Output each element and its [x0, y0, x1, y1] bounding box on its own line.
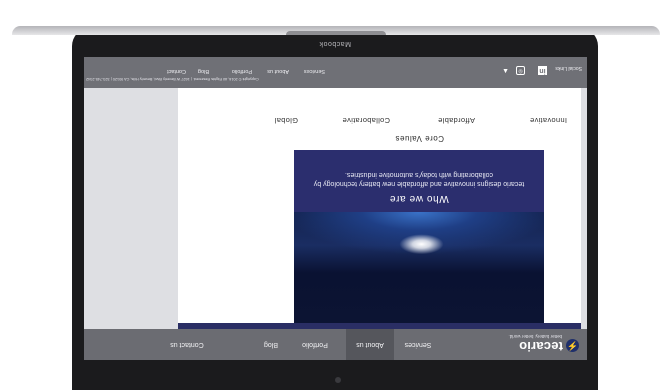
- social-links-label: Social Links: [555, 65, 582, 71]
- site-tagline: better battery. better world.: [508, 334, 562, 339]
- site-name: tecario: [518, 339, 563, 354]
- laptop-hinge-notch: [286, 31, 386, 35]
- core-values-title: Core Values: [395, 134, 444, 143]
- footer-link-portfolio[interactable]: Portfolio: [232, 68, 252, 74]
- laptop-mockup: Macbook ⚡ tecario better battery. better…: [0, 0, 672, 390]
- nav-portfolio[interactable]: Portfolio: [293, 329, 337, 360]
- nav-about-us[interactable]: About us: [346, 329, 394, 360]
- value-collaborative: Collaborative: [342, 116, 390, 125]
- hero-title: Who we are: [389, 193, 449, 204]
- earth-horizon-image: [294, 212, 544, 323]
- site-navbar: ⚡ tecario better battery. better world. …: [84, 329, 587, 360]
- value-innovative: Innovative: [529, 116, 567, 125]
- value-affordable: Affordable: [437, 116, 475, 125]
- device-label: Macbook: [319, 40, 351, 47]
- linkedin-icon[interactable]: in: [538, 66, 547, 75]
- laptop-screen: ⚡ tecario better battery. better world. …: [84, 57, 587, 360]
- footer-link-contact[interactable]: Contact: [167, 68, 186, 74]
- camera: [335, 377, 341, 383]
- who-we-are-panel: Who we are tecario designs innovative an…: [294, 150, 544, 212]
- footer-link-blog[interactable]: Blog: [198, 68, 209, 74]
- instagram-icon[interactable]: ◎: [516, 66, 525, 75]
- nav-contact-us[interactable]: Contact us: [162, 329, 212, 360]
- copyright-text: Copyright © 2016, All Rights Reserved. |…: [86, 77, 259, 81]
- nav-blog[interactable]: Blog: [256, 329, 286, 360]
- value-global: Global: [274, 116, 298, 125]
- site-logo[interactable]: ⚡ tecario better battery. better world.: [509, 332, 579, 354]
- twitter-icon[interactable]: ▲: [501, 66, 510, 75]
- nav-services[interactable]: Services: [395, 329, 441, 360]
- main-content: Who we are tecario designs innovative an…: [178, 87, 581, 323]
- site-footer: Copyright © 2016, All Rights Reserved. |…: [84, 57, 587, 88]
- hero-text: tecario designs innovative and affordabl…: [313, 171, 525, 187]
- bolt-icon: ⚡: [566, 339, 579, 352]
- hero-accent-strip: [178, 323, 581, 329]
- footer-link-about-us[interactable]: About us: [267, 68, 289, 74]
- footer-link-services[interactable]: Services: [304, 68, 325, 74]
